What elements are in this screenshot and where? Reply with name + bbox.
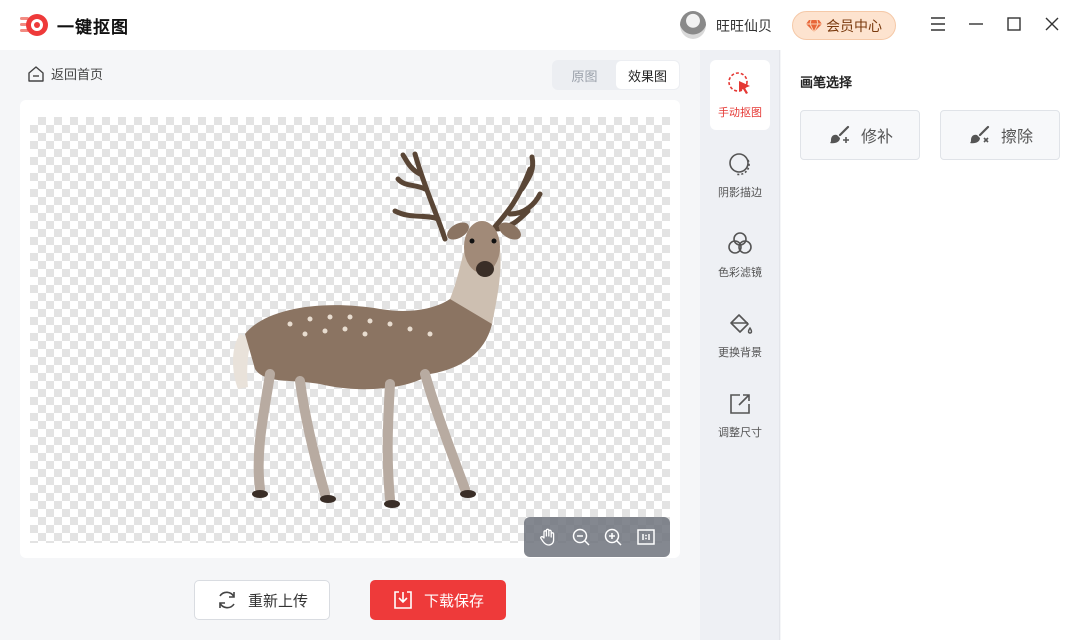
brush-erase-button[interactable]: 擦除 (940, 110, 1060, 160)
tool-label: 阴影描边 (718, 186, 762, 199)
tool-sidebar: 手动抠图 阴影描边 色彩滤镜 更换背景 调整尺寸 (700, 50, 780, 640)
tool-label: 更换背景 (718, 346, 762, 359)
avatar[interactable] (680, 11, 706, 39)
cutout-image (233, 151, 543, 508)
back-home-link[interactable]: 返回首页 (27, 64, 103, 83)
transparent-canvas[interactable] (30, 117, 670, 557)
brush-repair-button[interactable]: 修补 (800, 110, 920, 160)
tab-original[interactable]: 原图 (553, 61, 616, 89)
download-save-label: 下载保存 (423, 591, 484, 610)
brush-erase-icon (969, 125, 990, 144)
tool-label: 调整尺寸 (718, 426, 762, 439)
zoom-out-icon[interactable] (570, 526, 592, 548)
diamond-icon (806, 19, 822, 32)
tool-replace-background[interactable]: 更换背景 (710, 300, 770, 370)
title-bar: 一键抠图 旺旺仙贝 会员中心 (0, 0, 1080, 50)
shadow-outline-icon (729, 153, 750, 176)
hand-pan-icon[interactable] (537, 526, 559, 548)
color-filter-icon (728, 232, 752, 254)
back-home-label: 返回首页 (51, 68, 104, 83)
refresh-icon (219, 591, 235, 609)
close-icon[interactable] (1042, 14, 1062, 34)
minimize-icon[interactable] (966, 14, 986, 34)
cursor-click-icon (728, 72, 750, 94)
menu-icon[interactable] (928, 14, 948, 34)
home-icon (28, 65, 44, 82)
download-save-button[interactable]: 下载保存 (370, 580, 506, 620)
tool-shadow-outline[interactable]: 阴影描边 (710, 140, 770, 210)
tool-resize[interactable]: 调整尺寸 (710, 380, 770, 450)
brush-repair-icon (829, 125, 850, 144)
vip-center-label: 会员中心 (826, 18, 882, 35)
reupload-label: 重新上传 (247, 591, 308, 610)
tool-label: 手动抠图 (718, 106, 762, 119)
reupload-button[interactable]: 重新上传 (194, 580, 330, 620)
brush-panel-title: 画笔选择 (800, 76, 853, 91)
canvas-card (20, 100, 680, 558)
resize-icon (730, 394, 750, 414)
tab-result[interactable]: 效果图 (616, 61, 679, 89)
download-icon (394, 591, 412, 609)
username[interactable]: 旺旺仙贝 (716, 16, 772, 36)
zoom-toolbar (524, 517, 670, 557)
actual-size-icon[interactable] (635, 526, 657, 548)
maximize-icon[interactable] (1004, 14, 1024, 34)
paint-bucket-icon (730, 314, 753, 334)
brush-panel: 画笔选择 修补 擦除 (781, 50, 1080, 640)
brush-erase-label: 擦除 (1000, 127, 1033, 146)
app-title: 一键抠图 (57, 18, 129, 38)
app-logo-icon (20, 14, 48, 36)
tool-manual-cutout[interactable]: 手动抠图 (710, 60, 770, 130)
tool-color-filter[interactable]: 色彩滤镜 (710, 220, 770, 290)
vip-center-button[interactable]: 会员中心 (792, 11, 896, 40)
zoom-in-icon[interactable] (602, 526, 624, 548)
tool-label: 色彩滤镜 (718, 266, 762, 279)
view-toggle: 原图 效果图 (552, 60, 680, 90)
brush-repair-label: 修补 (860, 127, 893, 146)
